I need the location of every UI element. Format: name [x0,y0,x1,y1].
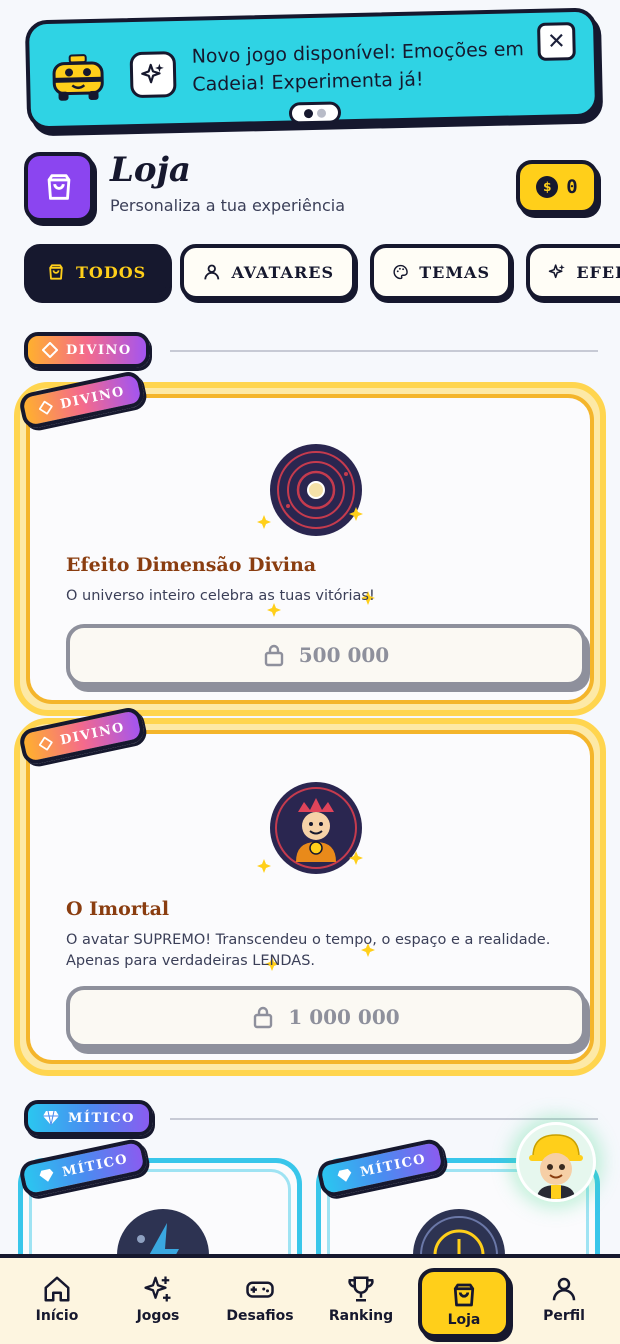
gem-icon [43,1110,59,1126]
buy-button[interactable]: 500 000 [66,624,586,686]
tab-label: EFEITOS [576,262,620,282]
palette-icon [393,264,408,280]
assistant-mascot-button[interactable] [516,1122,596,1202]
lock-icon [264,644,283,667]
coin-balance[interactable]: $ 0 [516,160,598,214]
star-icon [349,507,363,521]
close-button[interactable]: ✕ [537,22,576,61]
close-icon: ✕ [546,28,566,55]
item-description: O universo inteiro celebra as tuas vitór… [66,588,375,604]
tab-efeitos[interactable]: EFEITOS [526,244,620,300]
notification-banner[interactable]: Novo jogo disponível: Emoções em Cadeia!… [24,7,600,131]
nav-label: Perfil [543,1308,585,1324]
section-header-mitico: MÍTICO [24,1100,153,1136]
banner-pagination[interactable] [288,101,342,125]
star-icon [257,515,271,529]
item-title: O Imortal [66,898,170,920]
item-description: O avatar SUPREMO! Transcendeu o tempo, o… [66,932,551,969]
nav-item-loja[interactable]: Loja [418,1268,510,1338]
section-header-divino: DIVINO [24,332,150,368]
shop-bag-icon [24,152,94,222]
bag-icon [453,1283,475,1307]
taxi-mascot-icon [52,54,104,101]
star-icon [349,851,363,865]
gem-icon [337,1168,352,1182]
shop-item-card[interactable]: O Imortal O avatar SUPREMO! Transcendeu … [14,718,606,1076]
gem-icon [39,1168,54,1182]
user-icon [552,1277,576,1301]
shop-item-card[interactable]: Efeito Dimensão Divina O universo inteir… [14,382,606,716]
item-price: 500 000 [298,643,390,667]
trophy-icon [348,1276,374,1302]
gamepad-icon [246,1281,274,1298]
pagination-dot[interactable] [316,108,327,118]
tab-label: TEMAS [419,262,490,282]
card-body: O Imortal O avatar SUPREMO! Transcendeu … [26,730,594,1064]
tab-avatares[interactable]: AVATARES [180,244,356,300]
sparkles-icon [129,51,177,99]
sparkles-icon [548,264,565,279]
sparkles-icon [144,1276,171,1302]
nav-item-perfil[interactable]: Perfil [519,1274,609,1324]
dimension-orb-icon [270,444,362,536]
coin-count: 0 [566,176,578,198]
diamond-icon [38,400,54,415]
rarity-label: MÍTICO [358,1151,428,1180]
bottom-navigation: Início Jogos Desafios Ranking Loja Perfi… [0,1254,620,1344]
rarity-label: DIVINO [58,719,127,748]
section-tier-label: DIVINO [66,342,132,358]
star-icon [257,859,271,873]
nav-label: Início [35,1308,79,1324]
item-price: 1 000 000 [288,1005,400,1029]
mascot-avatar-icon [529,1134,583,1199]
section-divider [170,1118,598,1120]
pagination-dot[interactable] [303,108,314,118]
page-title: Loja [110,150,191,190]
nav-label: Ranking [328,1308,394,1324]
section-tier-label: MÍTICO [68,1110,135,1126]
rarity-label: DIVINO [58,383,127,412]
card-body: Efeito Dimensão Divina O universo inteir… [26,394,594,704]
diamond-icon [42,342,58,358]
coin-icon: $ [536,176,559,198]
nav-label: Jogos [136,1308,180,1324]
lock-icon [254,1006,273,1029]
nav-label: Desafios [226,1308,294,1324]
home-icon [44,1276,70,1302]
diamond-icon [38,736,54,751]
section-divider [170,350,598,352]
rarity-label: MÍTICO [60,1151,130,1180]
tab-temas[interactable]: TEMAS [370,244,512,300]
nav-label: Loja [447,1312,481,1328]
tab-label: TODOS [76,262,147,282]
page-subtitle: Personaliza a tua experiência [110,196,346,215]
category-tabs: TODOS AVATARES TEMAS EFEITOS [24,244,620,306]
tab-label: AVATARES [231,262,334,282]
banner-message: Novo jogo disponível: Emoções em Cadeia!… [191,38,525,96]
tab-todos[interactable]: TODOS [24,244,170,300]
item-title: Efeito Dimensão Divina [66,554,317,576]
bag-icon [49,264,63,280]
user-icon [204,264,220,280]
nav-item-desafios[interactable]: Desafios [215,1274,305,1324]
nav-item-ranking[interactable]: Ranking [316,1274,406,1324]
nav-item-inicio[interactable]: Início [12,1274,102,1324]
nav-item-jogos[interactable]: Jogos [113,1274,203,1324]
buy-button[interactable]: 1 000 000 [66,986,586,1048]
